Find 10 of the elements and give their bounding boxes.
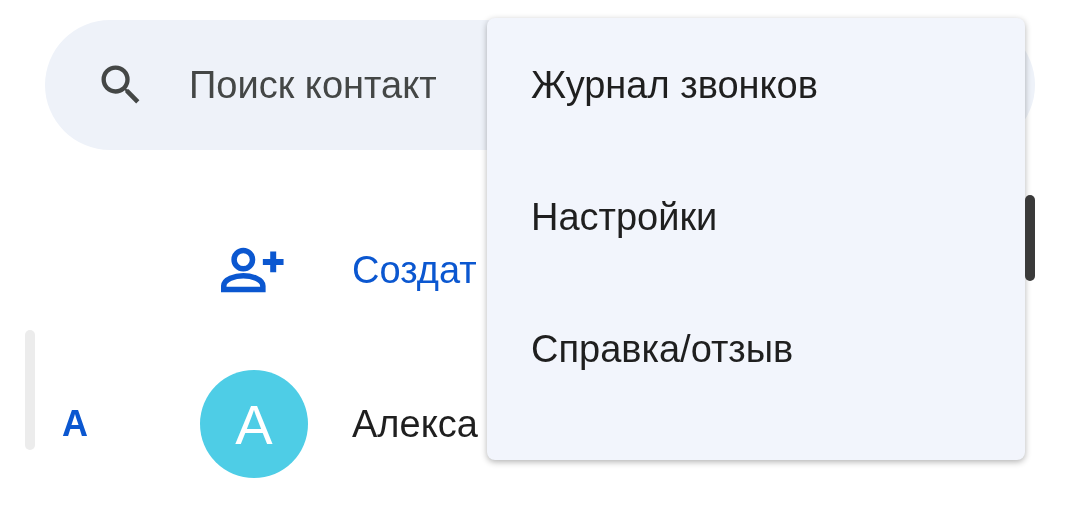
menu-item[interactable]: Настройки [487,176,1025,308]
menu-item[interactable]: Справка/отзыв [487,308,1025,440]
add-person-icon[interactable] [220,247,285,293]
contact-avatar: А [200,370,308,478]
search-field[interactable]: Поиск контакт [189,63,489,107]
section-letter: А [61,403,89,445]
create-contact-link[interactable]: Создат [352,248,477,292]
scrollbar-thumb[interactable] [1025,195,1035,281]
contact-name[interactable]: Алекса [352,402,478,446]
menu-item[interactable]: Журнал звонков [487,44,1025,176]
